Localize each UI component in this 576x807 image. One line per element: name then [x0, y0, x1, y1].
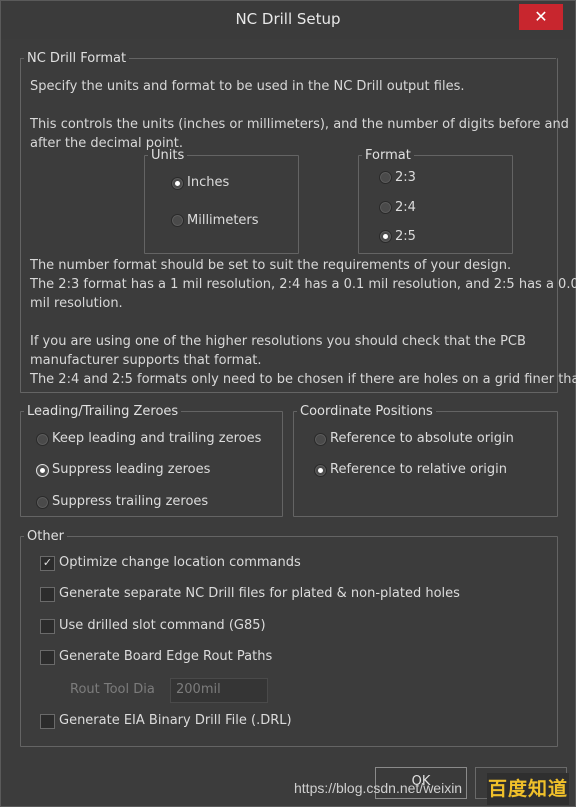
format-2-4-label[interactable]: 2:4 [395, 200, 416, 215]
format-2-3-radio[interactable] [379, 171, 392, 184]
title-bar: NC Drill Setup ✕ [1, 1, 575, 39]
suppress-leading-radio[interactable] [36, 464, 49, 477]
rout-tool-dia-label: Rout Tool Dia [70, 682, 155, 697]
keep-zeroes-radio[interactable] [36, 433, 49, 446]
dialog-title: NC Drill Setup [235, 10, 341, 28]
note-line-4: If you are using one of the higher resol… [30, 334, 526, 349]
suppress-leading-label[interactable]: Suppress leading zeroes [52, 462, 210, 477]
coordinates-legend: Coordinate Positions [297, 404, 436, 420]
suppress-trailing-label[interactable]: Suppress trailing zeroes [52, 494, 208, 509]
relative-origin-label[interactable]: Reference to relative origin [330, 462, 507, 477]
intro-text: Specify the units and format to be used … [30, 79, 465, 94]
rout-tool-dia-input[interactable]: 200mil [170, 678, 268, 703]
baidu-zhidao-logo: 百度知道 [487, 773, 569, 805]
inches-label[interactable]: Inches [187, 175, 229, 190]
millimeters-label[interactable]: Millimeters [187, 213, 259, 228]
note-line-3: mil resolution. [30, 296, 123, 311]
eia-binary-label[interactable]: Generate EIA Binary Drill File (.DRL) [59, 713, 292, 728]
units-legend: Units [148, 148, 188, 164]
slot-command-label[interactable]: Use drilled slot command (G85) [59, 618, 266, 633]
rout-paths-checkbox[interactable] [40, 650, 55, 665]
rout-paths-label[interactable]: Generate Board Edge Rout Paths [59, 649, 272, 664]
nc-drill-format-legend: NC Drill Format [24, 51, 130, 67]
note-line-6: The 2:4 and 2:5 formats only need to be … [30, 372, 576, 387]
note-line-2: The 2:3 format has a 1 mil resolution, 2… [30, 277, 576, 292]
format-legend: Format [362, 148, 414, 164]
note-line-1: The number format should be set to suit … [30, 258, 512, 273]
units-group [144, 155, 299, 254]
close-button[interactable]: ✕ [519, 4, 563, 30]
zeroes-legend: Leading/Trailing Zeroes [24, 404, 182, 420]
note-line-5: manufacturer supports that format. [30, 353, 262, 368]
format-2-3-label[interactable]: 2:3 [395, 170, 416, 185]
suppress-trailing-radio[interactable] [36, 496, 49, 509]
relative-origin-radio[interactable] [314, 464, 327, 477]
separate-files-checkbox[interactable] [40, 587, 55, 602]
format-2-4-radio[interactable] [379, 201, 392, 214]
eia-binary-checkbox[interactable] [40, 714, 55, 729]
absolute-origin-label[interactable]: Reference to absolute origin [330, 431, 514, 446]
inches-radio[interactable] [171, 177, 184, 190]
slot-command-checkbox[interactable] [40, 619, 55, 634]
other-legend: Other [24, 529, 67, 545]
optimize-label[interactable]: Optimize change location commands [59, 555, 301, 570]
separate-files-label[interactable]: Generate separate NC Drill files for pla… [59, 586, 460, 601]
watermark-url: https://blog.csdn.net/weixin [294, 780, 463, 796]
format-2-5-label[interactable]: 2:5 [395, 229, 416, 244]
millimeters-radio[interactable] [171, 214, 184, 227]
keep-zeroes-label[interactable]: Keep leading and trailing zeroes [52, 431, 261, 446]
description-line-1: This controls the units (inches or milli… [30, 117, 569, 132]
absolute-origin-radio[interactable] [314, 433, 327, 446]
nc-drill-setup-dialog: NC Drill Setup ✕ NC Drill Format Specify… [0, 0, 576, 807]
format-2-5-radio[interactable] [379, 230, 392, 243]
optimize-checkbox[interactable]: ✓ [40, 556, 55, 571]
